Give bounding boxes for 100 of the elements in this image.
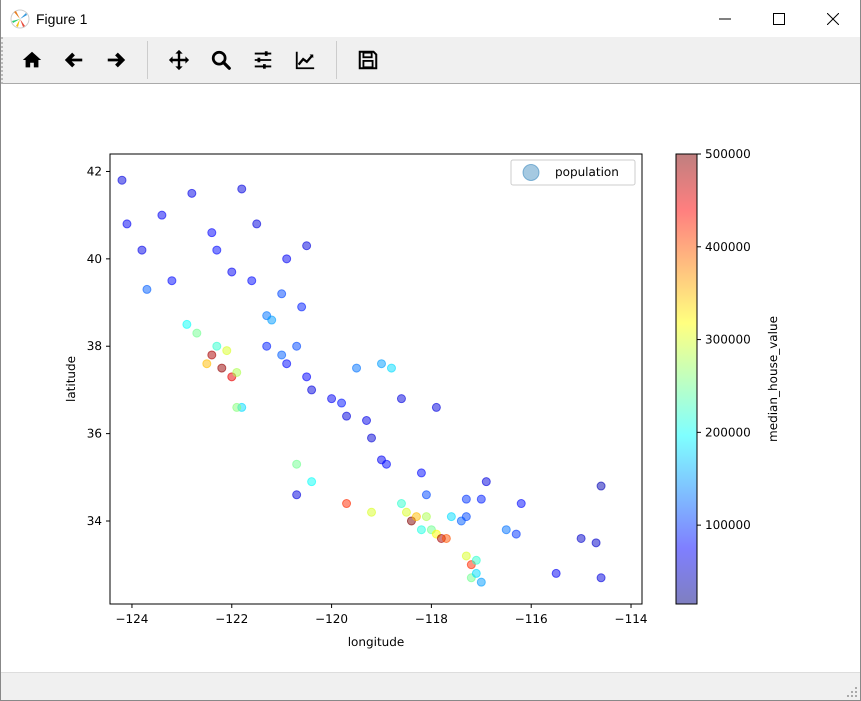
data-point [252,220,262,228]
data-point [472,556,481,565]
y-tick-label: 38 [86,339,102,354]
x-tick-label: −118 [414,612,448,626]
data-point [137,246,146,255]
colorbar-tick-label: 200000 [705,425,751,440]
data-point [516,499,526,508]
colorbar-label: median_house_value [766,316,780,442]
data-point [277,289,286,298]
data-point [192,328,202,338]
maximize-icon [773,12,785,24]
x-tick-label: −116 [514,612,548,626]
data-point [596,482,606,491]
window-title: Figure 1 [36,10,88,26]
resize-grip-icon[interactable] [846,686,858,698]
data-point [212,342,222,351]
data-point [207,228,216,238]
data-point [262,311,272,320]
data-point [412,512,421,522]
zoom-icon [210,49,232,72]
data-point [576,534,586,544]
data-point [466,573,476,582]
data-point [337,398,346,408]
data-point [552,569,561,578]
data-point [432,403,441,412]
data-point [292,342,302,351]
data-point [157,210,166,220]
move-arrows-icon [168,49,190,72]
legend-label: population [555,165,619,180]
data-point [187,188,196,198]
data-point [302,372,312,382]
data-point [142,285,152,294]
data-point [207,350,216,360]
data-point [466,560,476,570]
data-point [462,552,471,561]
data-point [237,184,246,194]
data-point [512,530,521,539]
x-tick-label: −124 [115,612,148,626]
y-axis-label: latitude [64,356,78,402]
data-point [367,508,376,517]
data-point [442,534,451,544]
colorbar-tick-label: 400000 [705,240,751,254]
data-point [342,412,352,421]
data-point [122,220,132,228]
colorbar-tick-label: 300000 [705,332,751,347]
data-point [422,490,431,500]
data-point [292,490,302,500]
data-point [262,342,272,351]
data-point [307,386,316,395]
save-icon [357,49,379,72]
data-point [377,455,386,464]
data-point [596,573,606,582]
sliders-icon [252,49,274,72]
data-point [307,477,316,486]
data-point [446,512,456,522]
data-point [277,350,286,360]
data-point [456,516,466,526]
y-tick-label: 40 [86,252,102,266]
data-point [282,254,292,264]
data-point [592,538,601,548]
data-point [416,468,426,478]
data-point [297,302,306,312]
data-point [422,512,431,522]
data-point [217,364,226,373]
close-icon [827,12,839,24]
data-point [386,364,396,373]
data-point [482,477,491,486]
y-tick-label: 42 [86,164,102,179]
data-point [396,394,406,404]
x-tick-label: −114 [614,612,648,626]
data-point [212,246,222,255]
data-point [396,499,406,508]
data-point [352,364,362,373]
colorbar-tick-label: 500000 [705,147,751,162]
data-point [237,403,246,412]
data-point [247,276,256,286]
colorbar-tick-label: 100000 [705,518,751,532]
data-point [462,512,471,522]
data-point [292,460,302,469]
data-point [472,569,481,578]
data-point [232,368,242,378]
data-point [302,241,312,250]
data-point [167,276,176,286]
data-point [202,359,212,368]
x-tick-label: −120 [315,612,348,626]
data-point [426,525,436,534]
data-point [222,346,232,356]
x-axis-label: longitude [348,635,404,650]
data-point [117,176,126,185]
data-point [502,525,511,534]
data-point [377,359,386,368]
line-chart-icon [294,49,316,72]
data-point [476,494,486,504]
data-point [282,359,292,368]
data-point [342,499,352,508]
data-point [227,268,236,277]
y-tick-label: 34 [86,514,102,528]
data-point [267,316,276,325]
data-point [402,508,411,517]
x-tick-label: −122 [215,612,248,626]
